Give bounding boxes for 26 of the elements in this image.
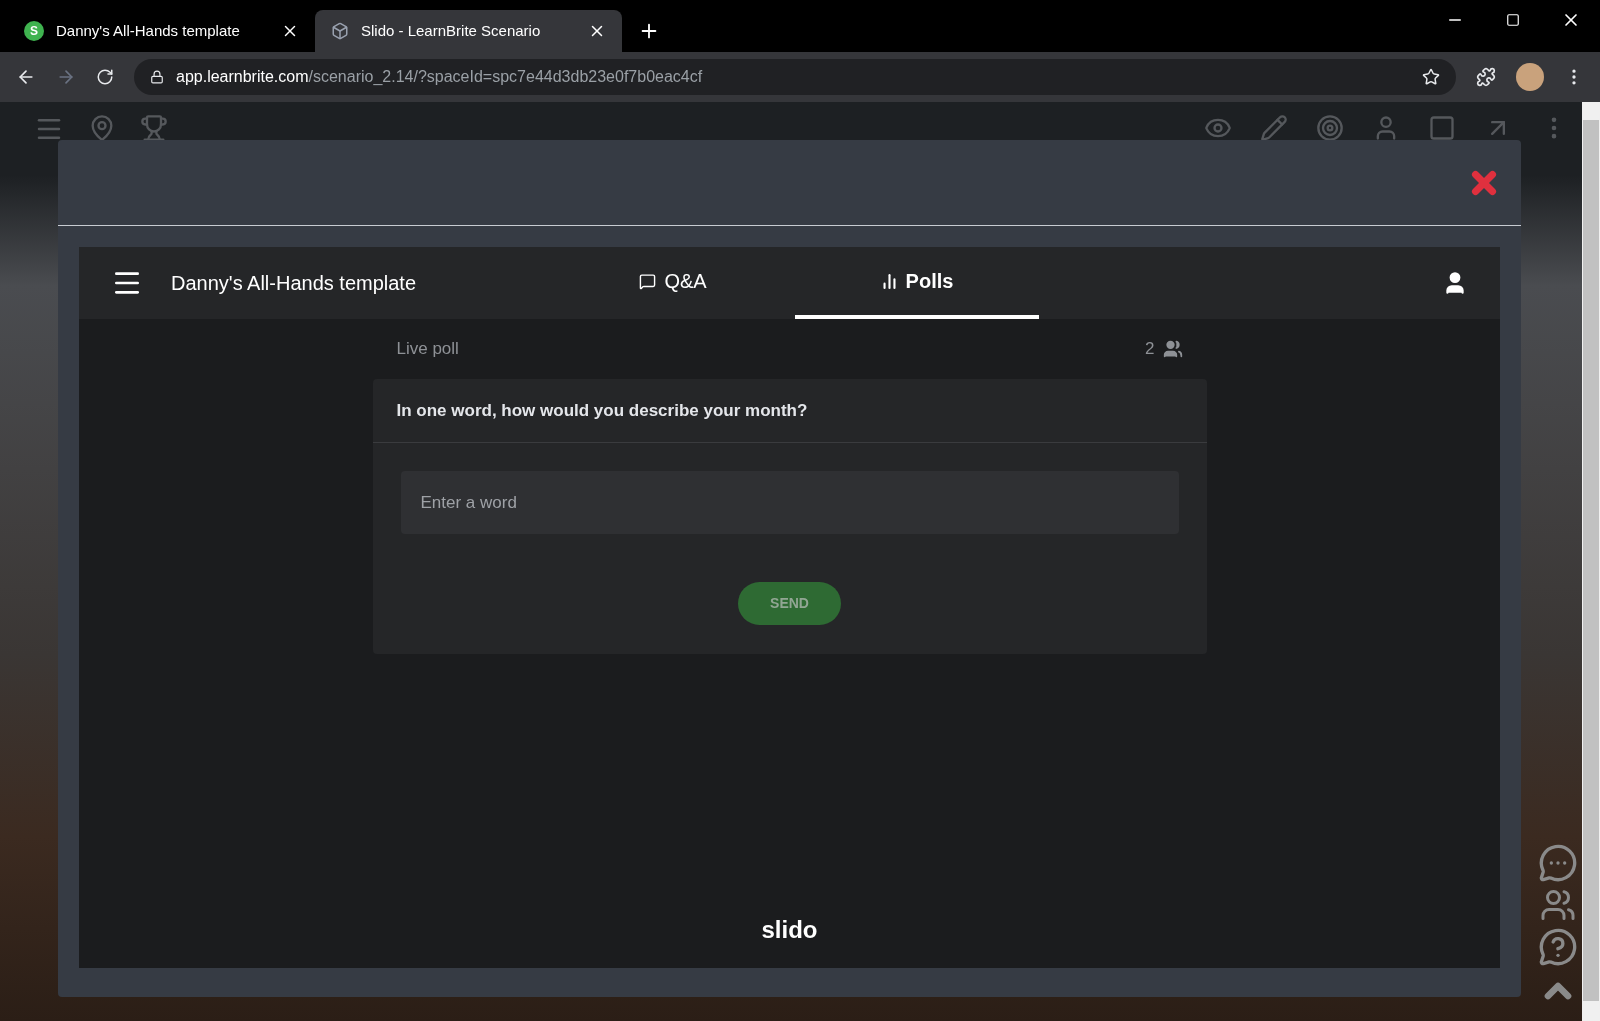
poll-status: Live poll — [396, 338, 460, 361]
people-icon — [1162, 339, 1183, 359]
favicon-icon: S — [24, 21, 44, 41]
tab-title: Danny's All-Hands template — [56, 20, 241, 41]
nav-tab[interactable]: Polls — [795, 247, 1039, 319]
slido-logo: slido — [761, 915, 818, 945]
address-bar[interactable]: app.learnbrite.com/scenario_2.14/?spaceId=spc7e44d3db23e0f7b0eac4cf — [134, 59, 1456, 95]
bar-chart-icon — [880, 272, 898, 290]
star-icon[interactable] — [1422, 68, 1440, 86]
cube-icon — [331, 22, 349, 40]
extensions-icon[interactable] — [1476, 67, 1496, 87]
reload-icon[interactable] — [96, 68, 114, 86]
word-input[interactable]: Enter a word — [400, 471, 1179, 534]
lock-icon — [150, 70, 164, 84]
event-title: Danny's All-Hands template — [171, 271, 418, 296]
poll-question: In one word, how would you describe your month? — [396, 399, 808, 422]
help-bubble-icon[interactable] — [1538, 927, 1578, 967]
chat-icon — [639, 272, 657, 290]
group-icon[interactable] — [1540, 887, 1576, 923]
chat-bubble-icon[interactable] — [1538, 843, 1578, 883]
tab-title: Slido - LearnBrite Scenario — [361, 20, 542, 41]
participant-count: 2 — [1145, 338, 1155, 361]
url-text: app.learnbrite.com/scenario_2.14/?spaceId=spc7e44d3db23e0f7b0eac4cf — [176, 67, 704, 87]
browser-tab[interactable]: Slido - LearnBrite Scenario — [315, 10, 622, 52]
nav-tab[interactable]: Q&A — [551, 247, 795, 319]
maximize-icon[interactable] — [1506, 13, 1520, 27]
